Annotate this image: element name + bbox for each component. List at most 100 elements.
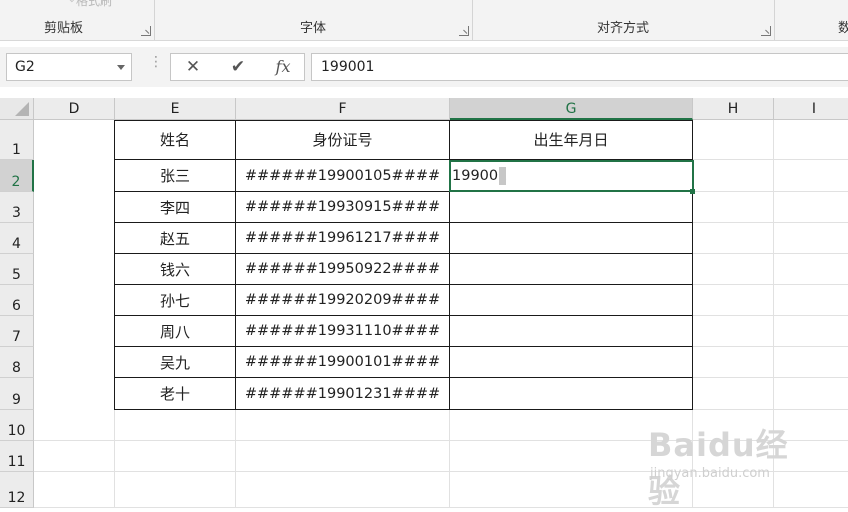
insert-function-icon[interactable]: fx [265, 54, 301, 80]
ribbon-group-number: 数 [774, 0, 848, 40]
dialog-launcher-icon[interactable] [459, 26, 469, 36]
cell-f12[interactable] [236, 472, 450, 508]
name-box[interactable]: G2 [6, 53, 132, 81]
table-cell-name[interactable]: 钱六 [115, 254, 236, 285]
ribbon-group-label: 剪贴板 [44, 21, 84, 36]
table-header-birthdate[interactable]: 出生年月日 [450, 120, 693, 160]
table-cell-id[interactable]: ######19900101#### [236, 347, 450, 378]
ribbon: ◈ 格式刷 剪贴板 字体 对齐方式 数 [0, 0, 848, 41]
dialog-launcher-icon[interactable] [761, 26, 771, 36]
table-header-id[interactable]: 身份证号 [236, 120, 450, 160]
cell-h6[interactable] [693, 285, 774, 316]
column-header-h[interactable]: H [693, 98, 774, 120]
cell-f11[interactable] [236, 441, 450, 472]
cell-i7[interactable] [774, 316, 848, 347]
cell-i1[interactable] [774, 120, 848, 160]
column-header-i[interactable]: I [774, 98, 848, 120]
table-cell-name[interactable]: 周八 [115, 316, 236, 347]
cell-i9[interactable] [774, 378, 848, 410]
table-cell-birthdate[interactable] [450, 347, 693, 378]
cell-e10[interactable] [115, 410, 236, 441]
cells-column-d[interactable] [34, 120, 115, 410]
cell-i8[interactable] [774, 347, 848, 378]
table-header-name[interactable]: 姓名 [115, 120, 236, 160]
column-header-d[interactable]: D [34, 98, 115, 120]
table-cell-id[interactable]: ######19931110#### [236, 316, 450, 347]
table-cell-birthdate[interactable] [450, 254, 693, 285]
column-header-f[interactable]: F [236, 98, 450, 120]
row-header-9[interactable]: 9 [0, 378, 34, 410]
row-header-6[interactable]: 6 [0, 285, 34, 316]
cell-e11[interactable] [115, 441, 236, 472]
text-cursor [499, 167, 507, 185]
ribbon-group-label: 字体 [299, 21, 326, 36]
table-cell-id[interactable]: ######19930915#### [236, 192, 450, 223]
table-cell-name[interactable]: 张三 [115, 160, 236, 192]
ribbon-group-label: 数 [838, 21, 848, 36]
row-header-3[interactable]: 3 [0, 192, 34, 223]
formula-buttons: ✕ ✔ fx [170, 53, 305, 81]
table-cell-name[interactable]: 李四 [115, 192, 236, 223]
baidu-watermark: Baidu经验 jingyan.baidu.com [648, 420, 808, 510]
table-cell-id[interactable]: ######19950922#### [236, 254, 450, 285]
cell-d11[interactable] [34, 441, 115, 472]
select-all-icon [15, 102, 29, 116]
formula-input[interactable]: 199001 [311, 53, 848, 81]
chevron-down-icon[interactable] [117, 65, 125, 70]
cancel-icon[interactable]: ✕ [175, 54, 211, 80]
table-cell-name[interactable]: 孙七 [115, 285, 236, 316]
table-cell-id[interactable]: ######19901231#### [236, 378, 450, 410]
cell-f10[interactable] [236, 410, 450, 441]
table-cell-birthdate[interactable] [450, 192, 693, 223]
row-header-4[interactable]: 4 [0, 223, 34, 254]
cell-i6[interactable] [774, 285, 848, 316]
cell-h1[interactable] [693, 120, 774, 160]
row-header-5[interactable]: 5 [0, 254, 34, 285]
table-cell-id[interactable]: ######19920209#### [236, 285, 450, 316]
table-cell-birthdate[interactable] [450, 223, 693, 254]
fill-handle[interactable] [690, 189, 695, 194]
cell-i3[interactable] [774, 192, 848, 223]
formula-bar: G2 ⋮ ✕ ✔ fx 199001 [0, 47, 848, 87]
select-all-corner[interactable] [0, 98, 34, 120]
watermark-url: jingyan.baidu.com [650, 466, 770, 481]
cell-d10[interactable] [34, 410, 115, 441]
table-cell-birthdate[interactable] [450, 378, 693, 410]
table-cell-name[interactable]: 老十 [115, 378, 236, 410]
table-cell-id[interactable]: ######19900105#### [236, 160, 450, 192]
cell-i5[interactable] [774, 254, 848, 285]
row-header-12[interactable]: 12 [0, 472, 34, 508]
column-header-g[interactable]: G [450, 98, 693, 120]
row-header-7[interactable]: 7 [0, 316, 34, 347]
row-header-1[interactable]: 1 [0, 120, 34, 160]
cell-h9[interactable] [693, 378, 774, 410]
ribbon-group-alignment: 对齐方式 [472, 0, 775, 40]
dialog-launcher-icon[interactable] [141, 26, 151, 36]
table-cell-name[interactable]: 吴九 [115, 347, 236, 378]
cell-i2[interactable] [774, 160, 848, 192]
cell-h4[interactable] [693, 223, 774, 254]
cell-h2[interactable] [693, 160, 774, 192]
row-header-8[interactable]: 8 [0, 347, 34, 378]
cell-i4[interactable] [774, 223, 848, 254]
row-header-2[interactable]: 2 [0, 160, 34, 192]
cell-h7[interactable] [693, 316, 774, 347]
table-cell-name[interactable]: 赵五 [115, 223, 236, 254]
table-cell-birthdate[interactable] [450, 285, 693, 316]
ribbon-group-label: 对齐方式 [596, 21, 649, 36]
cell-e12[interactable] [115, 472, 236, 508]
column-header-e[interactable]: E [115, 98, 236, 120]
ribbon-group-clipboard: 剪贴板 [0, 0, 155, 40]
row-header-11[interactable]: 11 [0, 441, 34, 472]
active-cell-editor[interactable]: 199001 [449, 160, 694, 192]
table-cell-id[interactable]: ######19961217#### [236, 223, 450, 254]
ribbon-group-font: 字体 [154, 0, 473, 40]
cell-h8[interactable] [693, 347, 774, 378]
drag-handle-icon[interactable]: ⋮ [149, 55, 163, 74]
table-cell-birthdate[interactable] [450, 316, 693, 347]
cell-h3[interactable] [693, 192, 774, 223]
row-header-10[interactable]: 10 [0, 410, 34, 441]
enter-icon[interactable]: ✔ [220, 54, 256, 80]
cell-h5[interactable] [693, 254, 774, 285]
cell-d12[interactable] [34, 472, 115, 508]
